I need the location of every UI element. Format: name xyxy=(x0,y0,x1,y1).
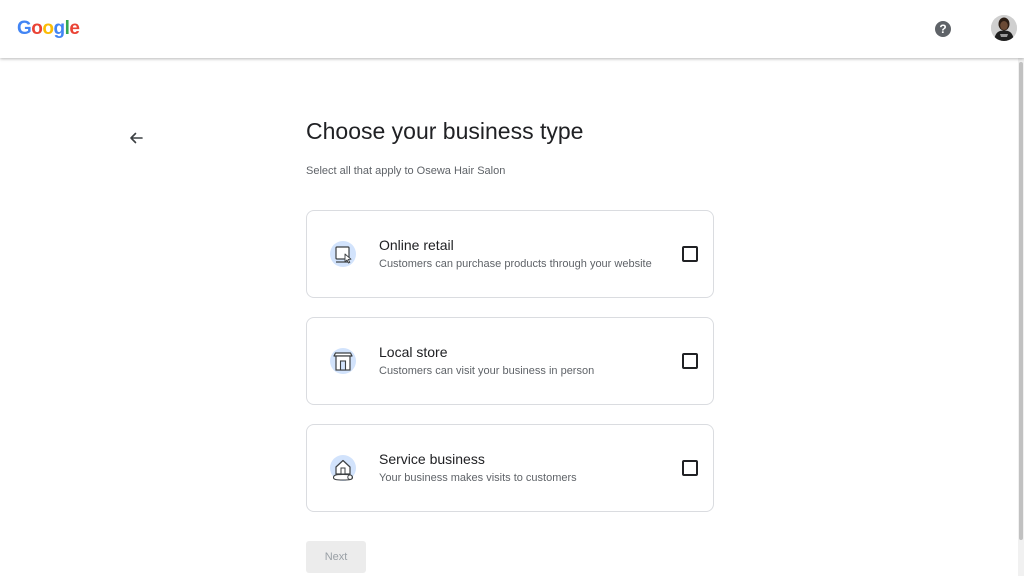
page-subtitle: Select all that apply to Osewa Hair Salo… xyxy=(306,165,506,177)
logo-letter: o xyxy=(31,18,43,39)
local-store-checkbox[interactable] xyxy=(682,353,698,369)
back-arrow-icon[interactable] xyxy=(126,128,146,148)
option-card-service-business[interactable]: Service business Your business makes vis… xyxy=(306,424,714,512)
page-scrollbar[interactable] xyxy=(1018,58,1024,576)
online-retail-checkbox[interactable] xyxy=(682,246,698,262)
option-description: Your business makes visits to customers xyxy=(379,472,577,484)
google-logo[interactable]: Google xyxy=(17,18,80,40)
next-button[interactable]: Next xyxy=(306,541,366,573)
option-card-online-retail[interactable]: Online retail Customers can purchase pro… xyxy=(306,210,714,298)
option-title: Service business xyxy=(379,451,485,467)
option-description: Customers can visit your business in per… xyxy=(379,365,595,377)
service-business-icon xyxy=(329,453,357,483)
avatar[interactable] xyxy=(991,15,1017,41)
scrollbar-thumb[interactable] xyxy=(1019,62,1023,540)
option-title: Online retail xyxy=(379,237,454,253)
option-card-local-store[interactable]: Local store Customers can visit your bus… xyxy=(306,317,714,405)
option-title: Local store xyxy=(379,344,448,360)
help-icon[interactable]: ? xyxy=(935,21,951,37)
service-business-checkbox[interactable] xyxy=(682,460,698,476)
logo-letter: G xyxy=(17,18,32,39)
logo-letter: o xyxy=(42,18,54,39)
logo-letter: g xyxy=(53,18,66,39)
top-app-bar: Google ? xyxy=(0,0,1024,58)
local-store-icon xyxy=(329,346,357,376)
page-title: Choose your business type xyxy=(306,118,584,144)
logo-letter: e xyxy=(69,18,80,39)
online-retail-icon xyxy=(329,239,357,269)
avatar-image xyxy=(991,15,1017,41)
option-description: Customers can purchase products through … xyxy=(379,258,652,270)
